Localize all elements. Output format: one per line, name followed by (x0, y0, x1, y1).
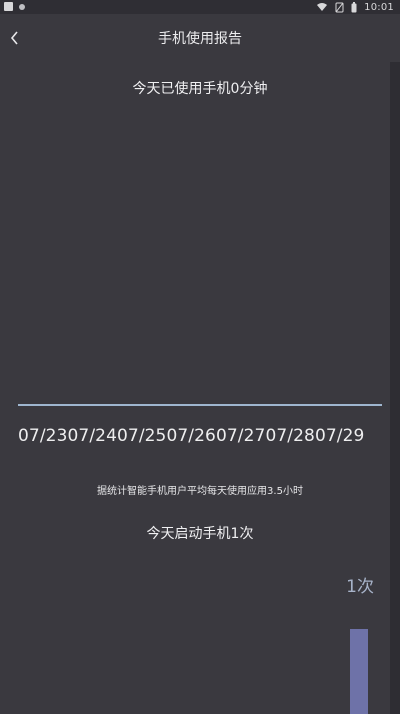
status-left (4, 2, 25, 11)
page-title: 手机使用报告 (158, 31, 242, 47)
screen: 10:01 手机使用报告 今天已使用手机0分钟 07/2307/2407/250… (0, 0, 400, 714)
today-usage-text: 今天已使用手机0分钟 (132, 81, 268, 97)
battery-icon (351, 1, 357, 12)
chart-baseline (18, 404, 382, 406)
average-usage-note: 据统计智能手机用户平均每天使用应用3.5小时 (97, 486, 303, 497)
usage-chart-area (18, 120, 382, 410)
date-axis-labels: 07/2307/2407/2507/2607/2707/2807/29 (18, 426, 365, 446)
status-bar: 10:01 (0, 0, 400, 14)
no-sim-icon (335, 2, 344, 12)
scroll-edge (390, 62, 400, 714)
status-right: 10:01 (316, 0, 394, 14)
app-header: 手机使用报告 (0, 14, 400, 62)
app-icon (19, 3, 25, 10)
notification-icon (4, 2, 13, 11)
wifi-icon (317, 3, 328, 11)
unlock-bar (350, 629, 368, 714)
status-time: 10:01 (364, 1, 394, 13)
unlock-count-text: 今天启动手机1次 (146, 526, 254, 542)
unlock-bar-track (350, 560, 368, 714)
